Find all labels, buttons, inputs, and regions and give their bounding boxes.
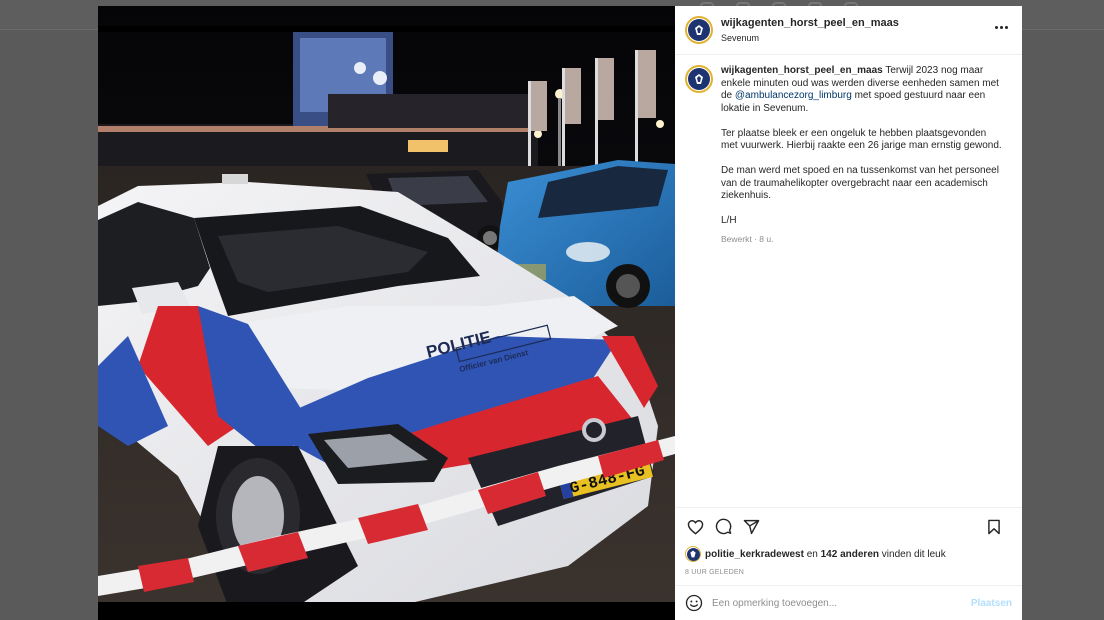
header-location[interactable]: Sevenum xyxy=(721,33,899,43)
heart-icon[interactable] xyxy=(685,517,705,537)
caption-area: wijkagenten_horst_peel_en_maas Terwijl 2… xyxy=(675,55,1022,507)
bookmark-icon[interactable] xyxy=(984,517,1004,537)
likes-suffix: vinden dit leuk xyxy=(881,548,946,560)
caption-paragraph-3: De man werd met spoed en na tussenkomst … xyxy=(721,165,999,201)
caption-meta: Bewerkt · 8 u. xyxy=(721,234,774,244)
liker-username[interactable]: politie_kerkradewest xyxy=(705,549,804,560)
post-comment-button[interactable]: Plaatsen xyxy=(971,598,1012,609)
post-header: wijkagenten_horst_peel_en_maas Sevenum xyxy=(675,6,1022,55)
avatar[interactable] xyxy=(685,65,713,93)
avatar[interactable] xyxy=(685,16,713,44)
share-icon[interactable] xyxy=(741,517,761,537)
police-logo-icon xyxy=(688,68,710,90)
comment-input[interactable] xyxy=(712,597,971,609)
likes-connector: en xyxy=(806,548,818,560)
caption-paragraph-4: L/H xyxy=(721,215,737,226)
comment-icon[interactable] xyxy=(713,517,733,537)
header-username[interactable]: wijkagenten_horst_peel_en_maas xyxy=(721,17,899,29)
action-bar xyxy=(675,507,1022,545)
caption-username[interactable]: wijkagenten_horst_peel_en_maas xyxy=(721,65,883,76)
post-photo[interactable]: POLITIE Officier van Dienst G-848-FG xyxy=(98,6,675,620)
emoji-icon[interactable] xyxy=(685,594,703,612)
post-sidebar: wijkagenten_horst_peel_en_maas Sevenum w… xyxy=(675,6,1022,620)
post-modal: POLITIE Officier van Dienst G-848-FG wij… xyxy=(98,6,1022,620)
police-logo-icon xyxy=(688,19,710,41)
caption-paragraph-2: Ter plaatse bleek er een ongeluk te hebb… xyxy=(721,127,1002,152)
liker-avatar[interactable] xyxy=(685,546,701,562)
post-timestamp[interactable]: 8 UUR GELEDEN xyxy=(675,563,1022,585)
likes-row: politie_kerkradewest en 142 anderen vind… xyxy=(675,545,1022,563)
more-options-icon[interactable] xyxy=(995,26,1008,29)
police-logo-icon xyxy=(686,547,700,561)
caption-text: wijkagenten_horst_peel_en_maas Terwijl 2… xyxy=(721,65,1004,507)
comment-bar: Plaatsen xyxy=(675,585,1022,620)
likes-count-link[interactable]: 142 anderen xyxy=(821,549,879,560)
mention-link[interactable]: @ambulancezorg_limburg xyxy=(735,90,852,101)
police-car-photo: POLITIE Officier van Dienst G-848-FG xyxy=(98,6,675,620)
